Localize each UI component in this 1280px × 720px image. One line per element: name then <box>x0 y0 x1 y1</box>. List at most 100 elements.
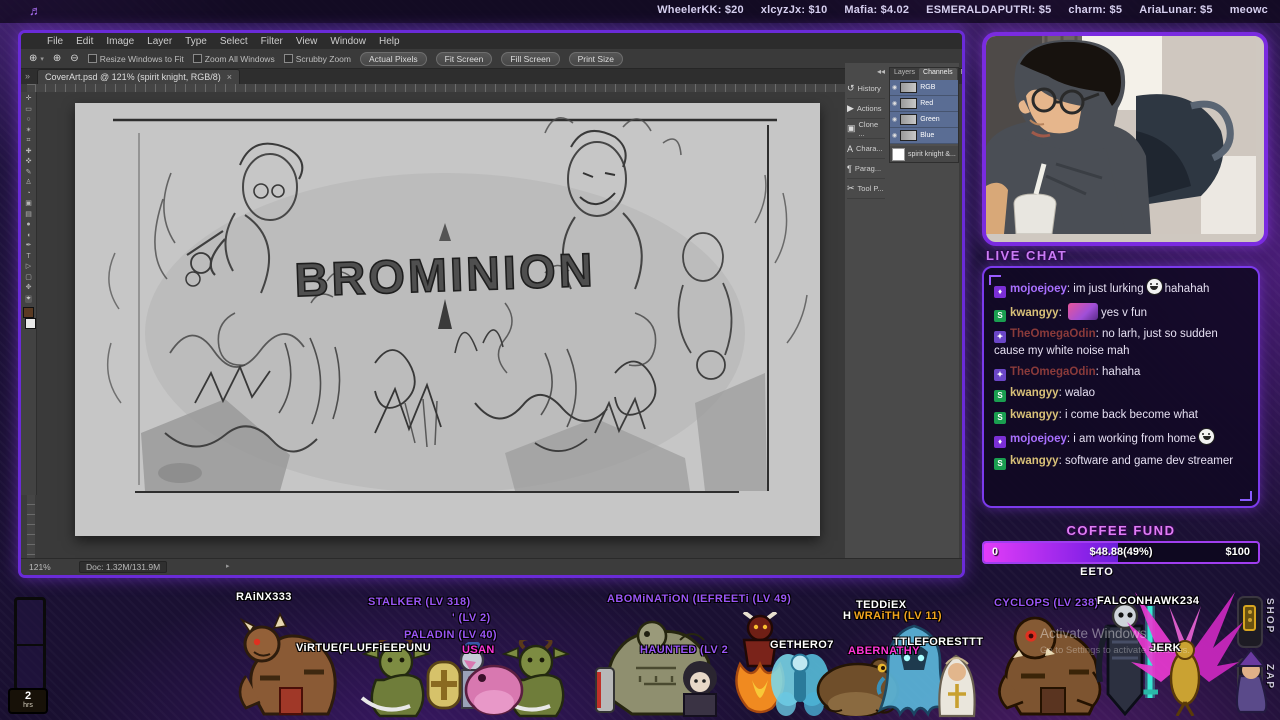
marquee-tool-icon[interactable]: ▭ <box>25 106 32 114</box>
live-chat-panel[interactable]: ♦mojoejoey: im just lurkinghahahah Skwan… <box>982 266 1260 508</box>
progress-current-label: $48.88(49%) <box>984 546 1258 558</box>
canvas-area[interactable]: BROMINION <box>35 92 845 559</box>
player-name-label: RAiNX333 <box>236 591 292 603</box>
chat-message: Skwangyy: yes v fun <box>994 303 1248 322</box>
option-scrubby-zoom[interactable]: Scrubby Zoom <box>284 54 351 64</box>
horizontal-ruler <box>35 84 845 92</box>
move-tool-icon[interactable]: ✛ <box>26 95 32 103</box>
actions-panel-button[interactable]: ▶Actions <box>847 99 885 119</box>
type-tool-icon[interactable]: T <box>26 253 30 261</box>
tool-presets-panel-button[interactable]: ✂Tool P... <box>847 179 885 199</box>
menu-select[interactable]: Select <box>220 36 248 47</box>
checkbox-icon <box>88 54 97 63</box>
artboard[interactable]: BROMINION <box>75 103 820 536</box>
clone-source-icon: ▣ <box>847 123 856 134</box>
player-name-label: HAUNTED (LV 2 <box>640 644 728 656</box>
stream-timer-label: 2 hrs <box>8 688 48 714</box>
menu-image[interactable]: Image <box>106 36 134 47</box>
fill-screen-button[interactable]: Fill Screen <box>501 52 559 66</box>
menu-window[interactable]: Window <box>330 36 366 47</box>
gradient-tool-icon[interactable]: ▤ <box>25 211 32 219</box>
layer-row-spirit-knight[interactable]: spirit knight &... <box>890 146 958 162</box>
channel-row-red[interactable]: ◉Red <box>890 96 958 112</box>
clone-stamp-tool-icon[interactable]: ♙ <box>25 179 31 187</box>
brush-tool-icon[interactable]: ✎ <box>26 169 32 177</box>
character-panel-button[interactable]: AChara... <box>847 139 885 159</box>
history-brush-tool-icon[interactable]: ◔ <box>26 190 30 198</box>
eraser-tool-icon[interactable]: ▣ <box>25 200 32 208</box>
tab-layers[interactable]: Layers <box>890 68 919 80</box>
channel-row-blue[interactable]: ◉Blue <box>890 128 958 144</box>
coffee-fund-title: COFFEE FUND <box>982 523 1260 538</box>
blur-tool-icon[interactable]: ● <box>26 221 30 229</box>
tool-preset-caret-icon[interactable]: ▾ <box>40 55 44 63</box>
stream-overlay: ♬ WheelerKK: $20 xlcyzJx: $10 Mafia: $4.… <box>0 0 1280 720</box>
collapse-panels-icon[interactable]: ◂◂ <box>847 67 885 76</box>
tab-channels[interactable]: Channels <box>919 68 957 80</box>
path-select-tool-icon[interactable]: ▷ <box>26 263 31 271</box>
subscriber-badge-icon: ✦ <box>994 369 1006 381</box>
actual-pixels-button[interactable]: Actual Pixels <box>360 52 427 66</box>
history-panel-button[interactable]: ↺History <box>847 79 885 99</box>
visibility-eye-icon[interactable]: ◉ <box>892 116 897 123</box>
stream-timer-gauge <box>14 597 46 691</box>
subscriber-badge-icon: S <box>994 412 1006 424</box>
channel-row-green[interactable]: ◉Green <box>890 112 958 128</box>
channel-row-rgb[interactable]: ◉RGB <box>890 80 958 96</box>
menu-file[interactable]: File <box>47 36 63 47</box>
tab-paths[interactable]: Pat <box>957 68 965 80</box>
document-size-readout: Doc: 1.32M/131.9M <box>79 561 167 573</box>
photoshop-status-bar: 121% Doc: 1.32M/131.9M ▸ <box>21 558 962 575</box>
eyedropper-tool-icon[interactable]: ✚ <box>26 148 32 156</box>
channels-panel: Layers Channels Pat ◉RGB ◉Red ◉Green ◉Bl… <box>889 67 959 163</box>
zoom-level-field[interactable]: 121% <box>29 562 51 572</box>
visibility-eye-icon[interactable]: ◉ <box>892 132 897 139</box>
visibility-eye-icon[interactable]: ◉ <box>892 84 897 91</box>
clone-source-panel-button[interactable]: ▣Clone ... <box>847 119 885 139</box>
status-dropdown-icon[interactable]: ▸ <box>226 562 230 570</box>
menu-view[interactable]: View <box>296 36 318 47</box>
dodge-tool-icon[interactable]: ◖ <box>26 232 30 240</box>
menu-help[interactable]: Help <box>379 36 400 47</box>
zoom-tool-icon-selected[interactable]: ⌖ <box>25 295 33 303</box>
laughing-emote-icon <box>1198 428 1215 445</box>
option-zoom-all-windows[interactable]: Zoom All Windows <box>193 54 275 64</box>
background-color-swatch[interactable] <box>25 318 36 329</box>
history-icon: ↺ <box>847 83 855 94</box>
tab-close-icon[interactable]: × <box>227 72 232 82</box>
print-size-button[interactable]: Print Size <box>569 52 623 66</box>
hand-tool-icon[interactable]: ✥ <box>26 284 32 292</box>
tab-overflow-icon[interactable]: » <box>25 71 30 81</box>
laughing-emote-icon <box>1146 278 1163 295</box>
zoom-tool-icon[interactable]: ⊕ <box>29 53 37 64</box>
visibility-eye-icon[interactable]: ◉ <box>892 100 897 107</box>
crop-tool-icon[interactable]: ⌗ <box>27 137 31 145</box>
character-hippo-sprite <box>462 654 528 716</box>
healing-brush-tool-icon[interactable]: ✜ <box>26 158 32 166</box>
player-name-label: CYCLOPS (LV 238) <box>994 597 1099 609</box>
menu-layer[interactable]: Layer <box>147 36 172 47</box>
webcam-frame <box>982 32 1268 246</box>
zoom-out-icon[interactable]: ⊖ <box>70 53 78 64</box>
chat-scroll-indicator-icon[interactable] <box>1240 491 1252 501</box>
chat-message: ♦mojoejoey: i am working from home <box>994 428 1248 448</box>
panel-icon-strip: ◂◂ ↺History ▶Actions ▣Clone ... AChara..… <box>847 67 885 199</box>
character-ogre-sprite <box>232 612 344 716</box>
zoom-in-icon[interactable]: ⊕ <box>53 53 61 64</box>
paragraph-panel-button[interactable]: ¶Parag... <box>847 159 885 179</box>
ticker-item: WheelerKK: $20 <box>657 4 744 16</box>
menu-edit[interactable]: Edit <box>76 36 93 47</box>
fit-screen-button[interactable]: Fit Screen <box>436 52 493 66</box>
photoshop-options-bar: ⊕ ▾ ⊕ ⊖ Resize Windows to Fit Zoom All W… <box>21 49 962 69</box>
foreground-color-swatch[interactable] <box>23 307 34 318</box>
magic-wand-tool-icon[interactable]: ✶ <box>26 127 32 135</box>
shape-tool-icon[interactable]: ▢ <box>25 274 32 282</box>
pen-tool-icon[interactable]: ✒ <box>26 242 32 250</box>
player-name-label: ' (LV 2) <box>452 612 491 624</box>
menu-filter[interactable]: Filter <box>261 36 283 47</box>
lasso-tool-icon[interactable]: ○ <box>26 116 30 124</box>
menu-type[interactable]: Type <box>185 36 207 47</box>
option-resize-windows[interactable]: Resize Windows to Fit <box>88 54 184 64</box>
coffee-fund-subtext: EETO <box>982 566 1212 578</box>
pink-emote-image-icon <box>1068 303 1098 320</box>
